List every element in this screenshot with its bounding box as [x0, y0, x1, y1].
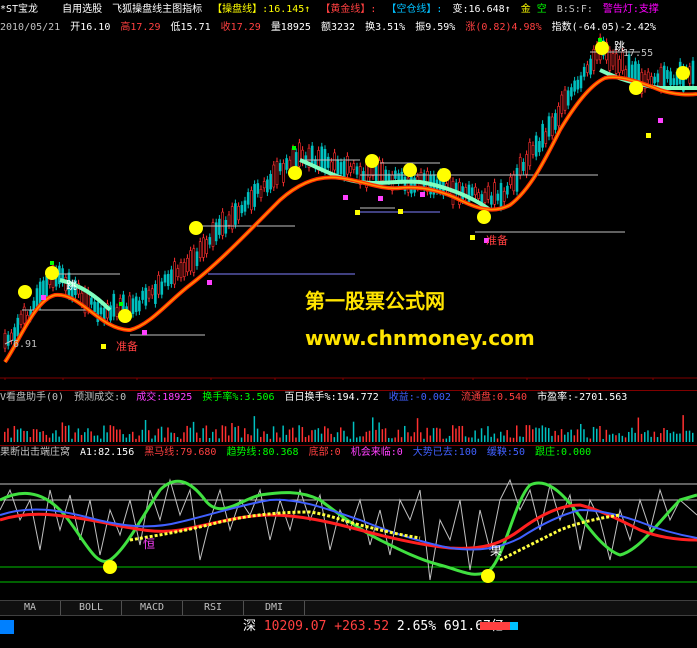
blue-lines	[208, 211, 440, 275]
volume-panel[interactable]: V看盘助手(0) 预测成交:0 成交:18925 换手率%:3.506 百日换手…	[0, 390, 697, 445]
volume-bars	[4, 415, 694, 442]
float-shares: 流通盘:0.540	[460, 392, 528, 403]
tab-rsi[interactable]: RSI	[183, 601, 244, 615]
forecast-volume: 预测成交:0	[74, 392, 127, 403]
cyan-trend-line	[59, 68, 697, 312]
pe-ratio: 市盈率:-2701.563	[537, 392, 628, 403]
watermark-title: 第一股票公式网	[305, 289, 445, 313]
indicator-chart: 恒 果	[0, 478, 697, 583]
qushi-value: 趋势线:80.368	[226, 447, 299, 458]
market-index: 10209.07	[263, 619, 327, 634]
heima-value: 黑马线:79.680	[144, 447, 217, 458]
guo-label: 果	[490, 544, 502, 558]
huanyu-value: 缓鞅:50	[486, 447, 525, 458]
indicator-tabs: MA BOLL MACD RSI DMI	[0, 600, 697, 615]
updown-bar-red	[480, 622, 510, 630]
indicator-panel[interactable]: 果断出击端庄窝 A1:82.156 黑马线:79.680 趋势线:80.368 …	[0, 445, 697, 600]
earnings: 收益:-0.002	[388, 392, 451, 403]
market-change: +263.52	[334, 619, 390, 634]
genzhuang-value: 跟庄:0.000	[535, 447, 592, 458]
watermark-url: www.chnmoney.com	[305, 326, 535, 350]
tab-macd[interactable]: MACD	[122, 601, 183, 615]
indicator-name[interactable]: 果断出击端庄窝	[0, 447, 70, 458]
main-chart[interactable]: 跳 跳 准备 准备 6.91 17.55 2009080910111220100…	[0, 0, 697, 380]
orange-trend-line	[3, 75, 697, 364]
volume-indicator-name[interactable]: V看盘助手(0)	[0, 392, 64, 403]
updown-bar-blue	[510, 622, 518, 630]
zhunbei-label-1: 准备	[116, 339, 138, 353]
high-price-label: 17.55	[623, 48, 653, 59]
zhunbei-label-2: 准备	[486, 233, 508, 247]
dibu-value: 底部:0	[308, 447, 341, 458]
tab-dmi[interactable]: DMI	[244, 601, 305, 615]
heng-label: 恒	[143, 537, 155, 551]
status-corner-icon[interactable]	[0, 620, 14, 634]
low-price-label: 6.91	[13, 339, 37, 350]
tab-boll[interactable]: BOLL	[61, 601, 122, 615]
a1-value: A1:82.156	[80, 447, 135, 458]
dadou-value: 大势已去:100	[412, 447, 477, 458]
tab-ma[interactable]: MA	[0, 601, 61, 615]
hundred-day-turnover: 百日换手%:194.772	[284, 392, 379, 403]
tiao-label-1: 跳	[66, 278, 77, 292]
volume-value: 成交:18925	[136, 392, 193, 403]
status-bar: 深 10209.07 +263.52 2.65% 691.67亿	[0, 615, 697, 648]
market-pct: 2.65%	[396, 619, 437, 634]
market-name[interactable]: 深	[243, 619, 256, 634]
jihui-value: 机会来临:0	[350, 447, 403, 458]
turnover-rate: 换手率%:3.506	[202, 392, 275, 403]
